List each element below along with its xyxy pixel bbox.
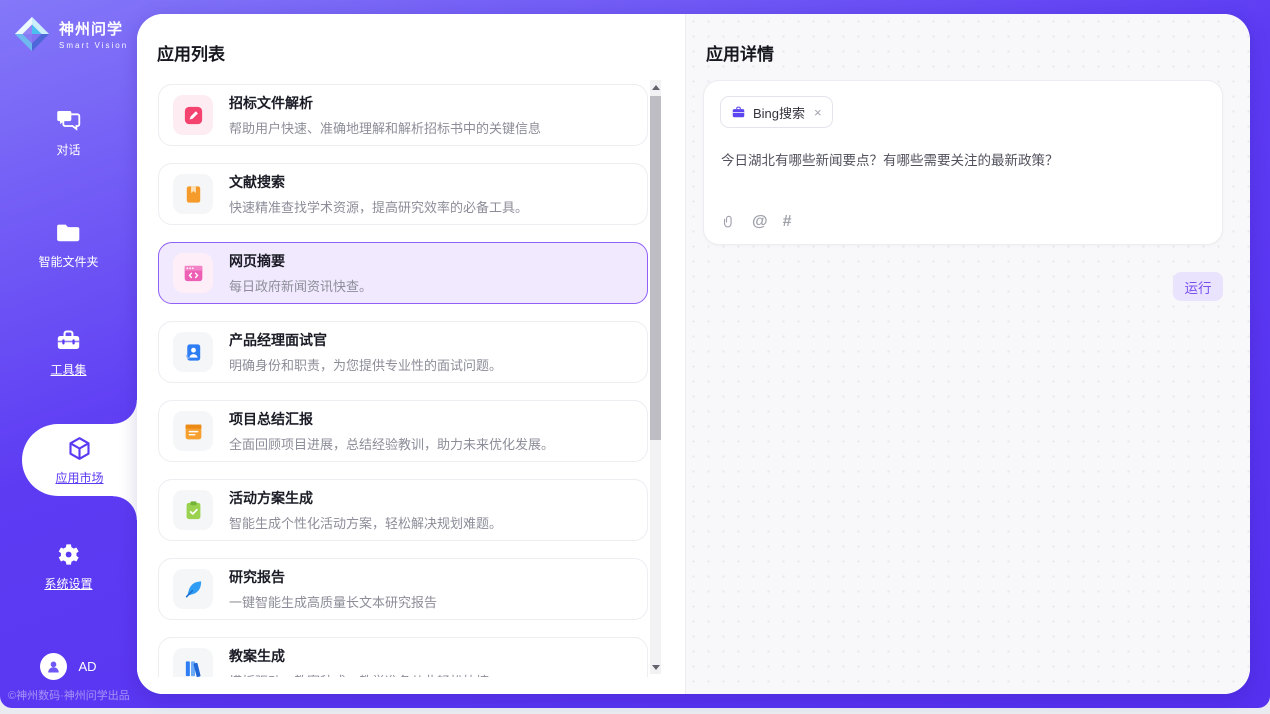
activity-plan-icon	[173, 490, 213, 530]
prompt-composer: Bing搜索 × 今日湖北有哪些新闻要点？有哪些需要关注的最新政策？ @#	[703, 80, 1223, 245]
mention-icon[interactable]: @	[752, 213, 768, 231]
copyright-text: ©神州数码·神州问学出品	[8, 687, 130, 703]
content-area: 应用列表 招标文件解析 帮助用户快速、准确地理解和解析招标书中的关键信息 文献搜…	[137, 14, 1250, 694]
app-card-desc: 快速精准查找学术资源，提高研究效率的必备工具。	[229, 197, 528, 216]
folder-icon	[55, 218, 83, 246]
sidebar-item-label: 应用市场	[55, 469, 103, 486]
app-card-name: 产品经理面试官	[229, 330, 502, 350]
app-card-tender-parse[interactable]: 招标文件解析 帮助用户快速、准确地理解和解析招标书中的关键信息	[158, 84, 648, 146]
triangle-down-icon	[652, 665, 660, 670]
diamond-logo-icon	[13, 15, 51, 53]
avatar	[40, 653, 67, 680]
app-card-pm-interviewer[interactable]: 产品经理面试官 明确身份和职责，为您提供专业性的面试问题。	[158, 321, 648, 383]
lesson-plan-icon	[173, 648, 213, 677]
attachment-icon[interactable]	[721, 214, 737, 230]
sidebar-item-label: 系统设置	[44, 575, 92, 592]
sidebar-item-label: 智能文件夹	[38, 253, 98, 270]
app-detail-title: 应用详情	[706, 40, 774, 65]
app-card-webpage-summary[interactable]: 网页摘要 每日政府新闻资讯快查。	[158, 242, 648, 304]
app-card-name: 研究报告	[229, 567, 437, 587]
app-card-list: 招标文件解析 帮助用户快速、准确地理解和解析招标书中的关键信息 文献搜索 快速精…	[158, 84, 648, 677]
run-button[interactable]: 运行	[1173, 272, 1223, 301]
app-card-project-summary[interactable]: 项目总结汇报 全面回顾项目进展，总结经验教训，助力未来优化发展。	[158, 400, 648, 462]
prompt-input[interactable]: 今日湖北有哪些新闻要点？有哪些需要关注的最新政策？	[721, 151, 1206, 171]
app-card-name: 教案生成	[229, 646, 489, 666]
user-account[interactable]: AD	[0, 653, 137, 680]
sidebar-item-label: 对话	[56, 141, 80, 158]
brand-subtitle: Smart Vision	[59, 41, 128, 50]
app-card-name: 文献搜索	[229, 172, 528, 192]
app-card-desc: 全面回顾项目进展，总结经验教训，助力未来优化发展。	[229, 434, 554, 453]
app-card-name: 项目总结汇报	[229, 409, 554, 429]
app-card-name: 活动方案生成	[229, 488, 502, 508]
literature-search-icon	[173, 174, 213, 214]
app-card-research-report[interactable]: 研究报告 一键智能生成高质量长文本研究报告	[158, 558, 648, 620]
brand: 神州问学 Smart Vision	[13, 15, 128, 53]
pm-interviewer-icon	[173, 332, 213, 372]
app-detail-panel: 应用详情 Bing搜索 × 今日湖北有哪些新闻要点？有哪些需要关注的最新政策？ …	[685, 14, 1250, 694]
hash-icon[interactable]: #	[783, 213, 792, 231]
briefcase-icon	[731, 105, 746, 120]
sidebar-item-app-market[interactable]: 应用市场	[22, 424, 137, 496]
scroll-up-button[interactable]	[650, 80, 661, 94]
app-list-scrollbar[interactable]	[650, 80, 661, 674]
triangle-up-icon	[652, 85, 660, 90]
app-card-desc: 模板驱动，教案秒成，教学准备从此轻松快捷	[229, 671, 489, 677]
app-card-name: 网页摘要	[229, 251, 372, 271]
scrollbar-thumb[interactable]	[650, 96, 661, 440]
app-card-lesson-plan[interactable]: 教案生成 模板驱动，教案秒成，教学准备从此轻松快捷	[158, 637, 648, 677]
tool-tag-label: Bing搜索	[753, 103, 805, 122]
scroll-down-button[interactable]	[650, 660, 661, 674]
chat-icon	[55, 106, 83, 134]
sidebar-item-toolset[interactable]: 工具集	[0, 326, 137, 378]
app-card-desc: 每日政府新闻资讯快查。	[229, 276, 372, 295]
composer-toolbar: @#	[721, 213, 792, 231]
app-card-desc: 一键智能生成高质量长文本研究报告	[229, 592, 437, 611]
sidebar-item-smart-folder[interactable]: 智能文件夹	[0, 218, 137, 270]
app-list-title: 应用列表	[157, 40, 225, 65]
webpage-summary-icon	[173, 253, 213, 293]
sidebar: 神州问学 Smart Vision 对话 智能文件夹 工具集 应用市场 系统设置…	[0, 0, 137, 708]
app-card-name: 招标文件解析	[229, 93, 541, 113]
app-window: 神州问学 Smart Vision 对话 智能文件夹 工具集 应用市场 系统设置…	[0, 0, 1270, 708]
person-icon	[45, 658, 62, 675]
app-list-panel: 应用列表 招标文件解析 帮助用户快速、准确地理解和解析招标书中的关键信息 文献搜…	[137, 14, 685, 694]
research-report-icon	[173, 569, 213, 609]
sidebar-item-label: 工具集	[50, 361, 86, 378]
tool-tag-bing-search[interactable]: Bing搜索 ×	[720, 96, 833, 128]
app-card-activity-plan[interactable]: 活动方案生成 智能生成个性化活动方案，轻松解决规划难题。	[158, 479, 648, 541]
app-card-desc: 明确身份和职责，为您提供专业性的面试问题。	[229, 355, 502, 374]
project-summary-icon	[173, 411, 213, 451]
sidebar-item-chat[interactable]: 对话	[0, 106, 137, 158]
app-card-desc: 帮助用户快速、准确地理解和解析招标书中的关键信息	[229, 118, 541, 137]
toolbox-icon	[55, 326, 83, 354]
sidebar-item-system-settings[interactable]: 系统设置	[0, 540, 137, 592]
cube-icon	[66, 434, 94, 462]
app-card-literature-search[interactable]: 文献搜索 快速精准查找学术资源，提高研究效率的必备工具。	[158, 163, 648, 225]
user-name: AD	[78, 659, 96, 674]
tender-parse-icon	[173, 95, 213, 135]
app-card-desc: 智能生成个性化活动方案，轻松解决规划难题。	[229, 513, 502, 532]
close-icon[interactable]: ×	[814, 106, 822, 119]
gear-icon	[55, 540, 83, 568]
brand-name: 神州问学	[59, 18, 128, 39]
